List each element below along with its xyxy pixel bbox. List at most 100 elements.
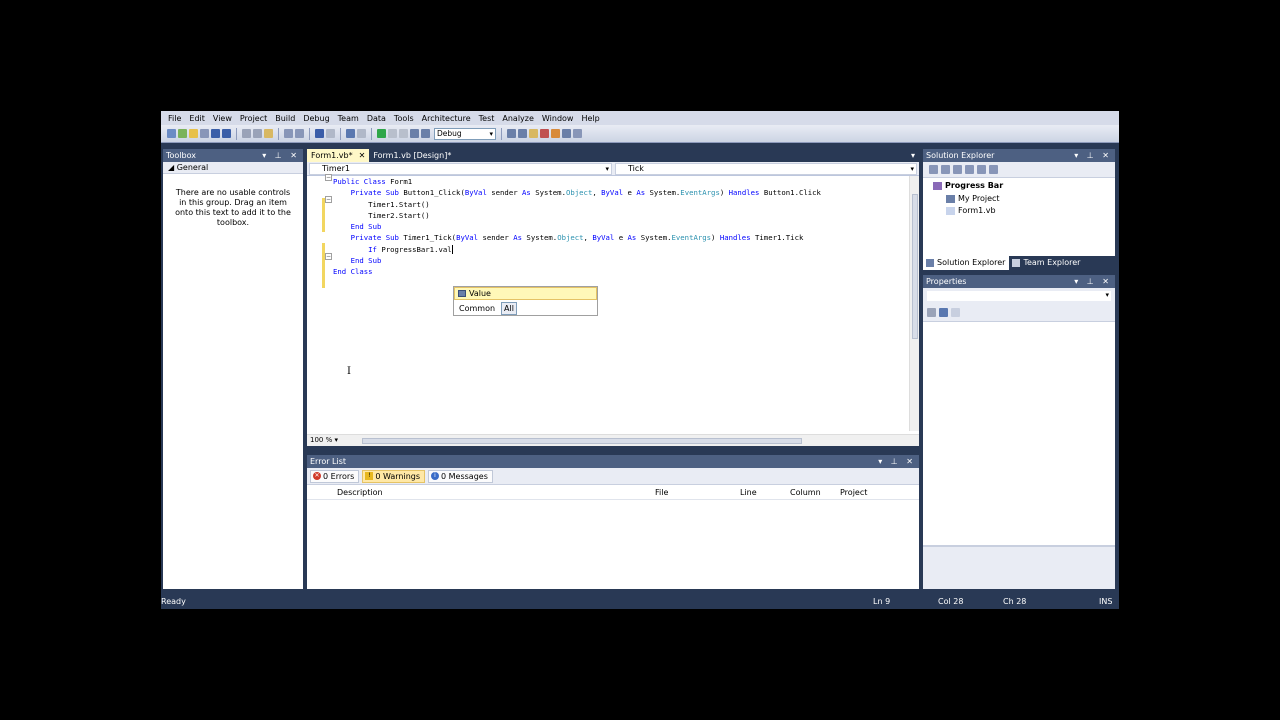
menu-file[interactable]: File <box>164 114 185 123</box>
find-in-files-icon[interactable] <box>507 129 516 138</box>
toolbar-separator <box>501 127 502 140</box>
comment-icon[interactable] <box>284 129 293 138</box>
tab-solution-explorer[interactable]: Solution Explorer <box>923 256 1010 270</box>
toolbox-empty-message: There are no usable controls in this gro… <box>175 188 291 227</box>
filter-common[interactable]: Common <box>456 302 498 315</box>
pause-icon[interactable] <box>388 129 397 138</box>
filter-all[interactable]: All <box>501 302 517 315</box>
paste-icon[interactable] <box>264 129 273 138</box>
start-page-icon[interactable] <box>562 129 571 138</box>
properties-window-icon[interactable] <box>529 129 538 138</box>
code-text: Public Class Form1 <box>333 177 413 186</box>
tree-node[interactable]: My Project <box>923 193 1115 206</box>
intellisense-filter-tabs: Common All <box>454 300 597 317</box>
column-file[interactable]: File <box>655 488 668 497</box>
toolbox-panel: Toolbox ▾ ⊥ ✕ ◢ General There are no usa… <box>163 149 303 589</box>
warnings-filter-button[interactable]: ! 0 Warnings <box>362 469 426 483</box>
column-line[interactable]: Line <box>740 488 757 497</box>
code-line: Private Sub Button1_Click(ByVal sender A… <box>333 187 821 198</box>
tree-node[interactable]: Form1.vb <box>923 205 1115 218</box>
tab-form1-vb[interactable]: Form1.vb* ✕ <box>307 149 370 162</box>
step-into-icon[interactable] <box>410 129 419 138</box>
intellisense-item-value[interactable]: Value <box>454 287 597 300</box>
panel-controls[interactable]: ▾ ⊥ ✕ <box>1074 149 1112 162</box>
close-icon[interactable]: ✕ <box>359 151 366 160</box>
menu-data[interactable]: Data <box>363 114 390 123</box>
menu-test[interactable]: Test <box>475 114 499 123</box>
outline-collapse-icon[interactable]: − <box>325 253 332 260</box>
menu-architecture[interactable]: Architecture <box>418 114 475 123</box>
method-name-select[interactable]: Tick ▾ <box>615 163 917 175</box>
menu-project[interactable]: Project <box>236 114 271 123</box>
cut-icon[interactable] <box>242 129 251 138</box>
menu-window[interactable]: Window <box>538 114 578 123</box>
scroll-thumb[interactable] <box>362 438 802 444</box>
tab-label: Solution Explorer <box>937 258 1006 267</box>
show-all-files-icon[interactable] <box>941 165 950 174</box>
scroll-thumb[interactable] <box>912 194 918 339</box>
menu-build[interactable]: Build <box>271 114 299 123</box>
messages-filter-button[interactable]: i 0 Messages <box>428 469 493 483</box>
toolbox-icon[interactable] <box>551 129 560 138</box>
view-class-diagram-icon[interactable] <box>989 165 998 174</box>
vertical-scrollbar[interactable] <box>909 176 919 431</box>
tab-form1-design[interactable]: Form1.vb [Design]* <box>369 149 455 162</box>
tab-team-explorer[interactable]: Team Explorer <box>1009 256 1084 270</box>
undo-icon[interactable] <box>315 129 324 138</box>
zoom-level[interactable]: 100 % ▾ <box>310 436 338 444</box>
properties-description-pane <box>923 545 1115 589</box>
menu-team[interactable]: Team <box>334 114 363 123</box>
navigate-backward-icon[interactable] <box>346 129 355 138</box>
open-file-icon[interactable] <box>189 129 198 138</box>
navigate-forward-icon[interactable] <box>357 129 366 138</box>
start-debugging-icon[interactable] <box>377 129 386 138</box>
add-file-icon[interactable] <box>200 129 209 138</box>
extension-manager-icon[interactable] <box>573 129 582 138</box>
panel-controls[interactable]: ▾ ⊥ ✕ <box>878 455 916 468</box>
error-list-filters: ✕ 0 Errors ! 0 Warnings i 0 Messages <box>307 468 919 485</box>
toolbox-group-general[interactable]: ◢ General <box>163 162 303 174</box>
code-text-area[interactable]: − − − Public Class Form1 Private Sub But… <box>307 174 909 431</box>
categorized-icon[interactable] <box>927 308 936 317</box>
tab-overflow-dropdown-icon[interactable]: ▾ <box>911 149 915 162</box>
menu-help[interactable]: Help <box>577 114 603 123</box>
intellisense-popup: Value Common All <box>453 286 598 316</box>
object-browser-icon[interactable] <box>540 129 549 138</box>
step-over-icon[interactable] <box>421 129 430 138</box>
property-pages-icon[interactable] <box>951 308 960 317</box>
object-select-box[interactable]: ▾ <box>926 290 1112 302</box>
properties-icon[interactable] <box>929 165 938 174</box>
solution-configuration-select[interactable]: Debug ▾ <box>434 127 496 140</box>
save-all-icon[interactable] <box>222 129 231 138</box>
redo-icon[interactable] <box>326 129 335 138</box>
outline-collapse-icon[interactable]: − <box>325 174 332 181</box>
refresh-icon[interactable] <box>953 165 962 174</box>
column-project[interactable]: Project <box>840 488 867 497</box>
stop-icon[interactable] <box>399 129 408 138</box>
view-designer-icon[interactable] <box>977 165 986 174</box>
add-item-icon[interactable] <box>178 129 187 138</box>
tree-node[interactable]: Progress Bar <box>923 180 1115 193</box>
menu-analyze[interactable]: Analyze <box>498 114 538 123</box>
column-description[interactable]: Description <box>337 488 383 497</box>
panel-controls[interactable]: ▾ ⊥ ✕ <box>1074 275 1112 288</box>
horizontal-scrollbar[interactable]: 100 % ▾ <box>307 434 919 446</box>
outline-collapse-icon[interactable]: − <box>325 196 332 203</box>
uncomment-icon[interactable] <box>295 129 304 138</box>
new-project-icon[interactable] <box>167 129 176 138</box>
properties-object-select[interactable]: ▾ <box>923 288 1115 304</box>
menu-debug[interactable]: Debug <box>299 114 333 123</box>
save-icon[interactable] <box>211 129 220 138</box>
column-column[interactable]: Column <box>790 488 821 497</box>
alphabetical-icon[interactable] <box>939 308 948 317</box>
panel-controls[interactable]: ▾ ⊥ ✕ <box>262 149 300 162</box>
solution-explorer-icon[interactable] <box>518 129 527 138</box>
class-name-select[interactable]: Timer1 ▾ <box>309 163 612 175</box>
menu-view[interactable]: View <box>209 114 236 123</box>
menu-tools[interactable]: Tools <box>390 114 418 123</box>
copy-icon[interactable] <box>253 129 262 138</box>
errors-filter-button[interactable]: ✕ 0 Errors <box>310 469 360 483</box>
view-code-icon[interactable] <box>965 165 974 174</box>
properties-panel: Properties ▾ ⊥ ✕ ▾ <box>923 275 1115 589</box>
menu-edit[interactable]: Edit <box>185 114 209 123</box>
